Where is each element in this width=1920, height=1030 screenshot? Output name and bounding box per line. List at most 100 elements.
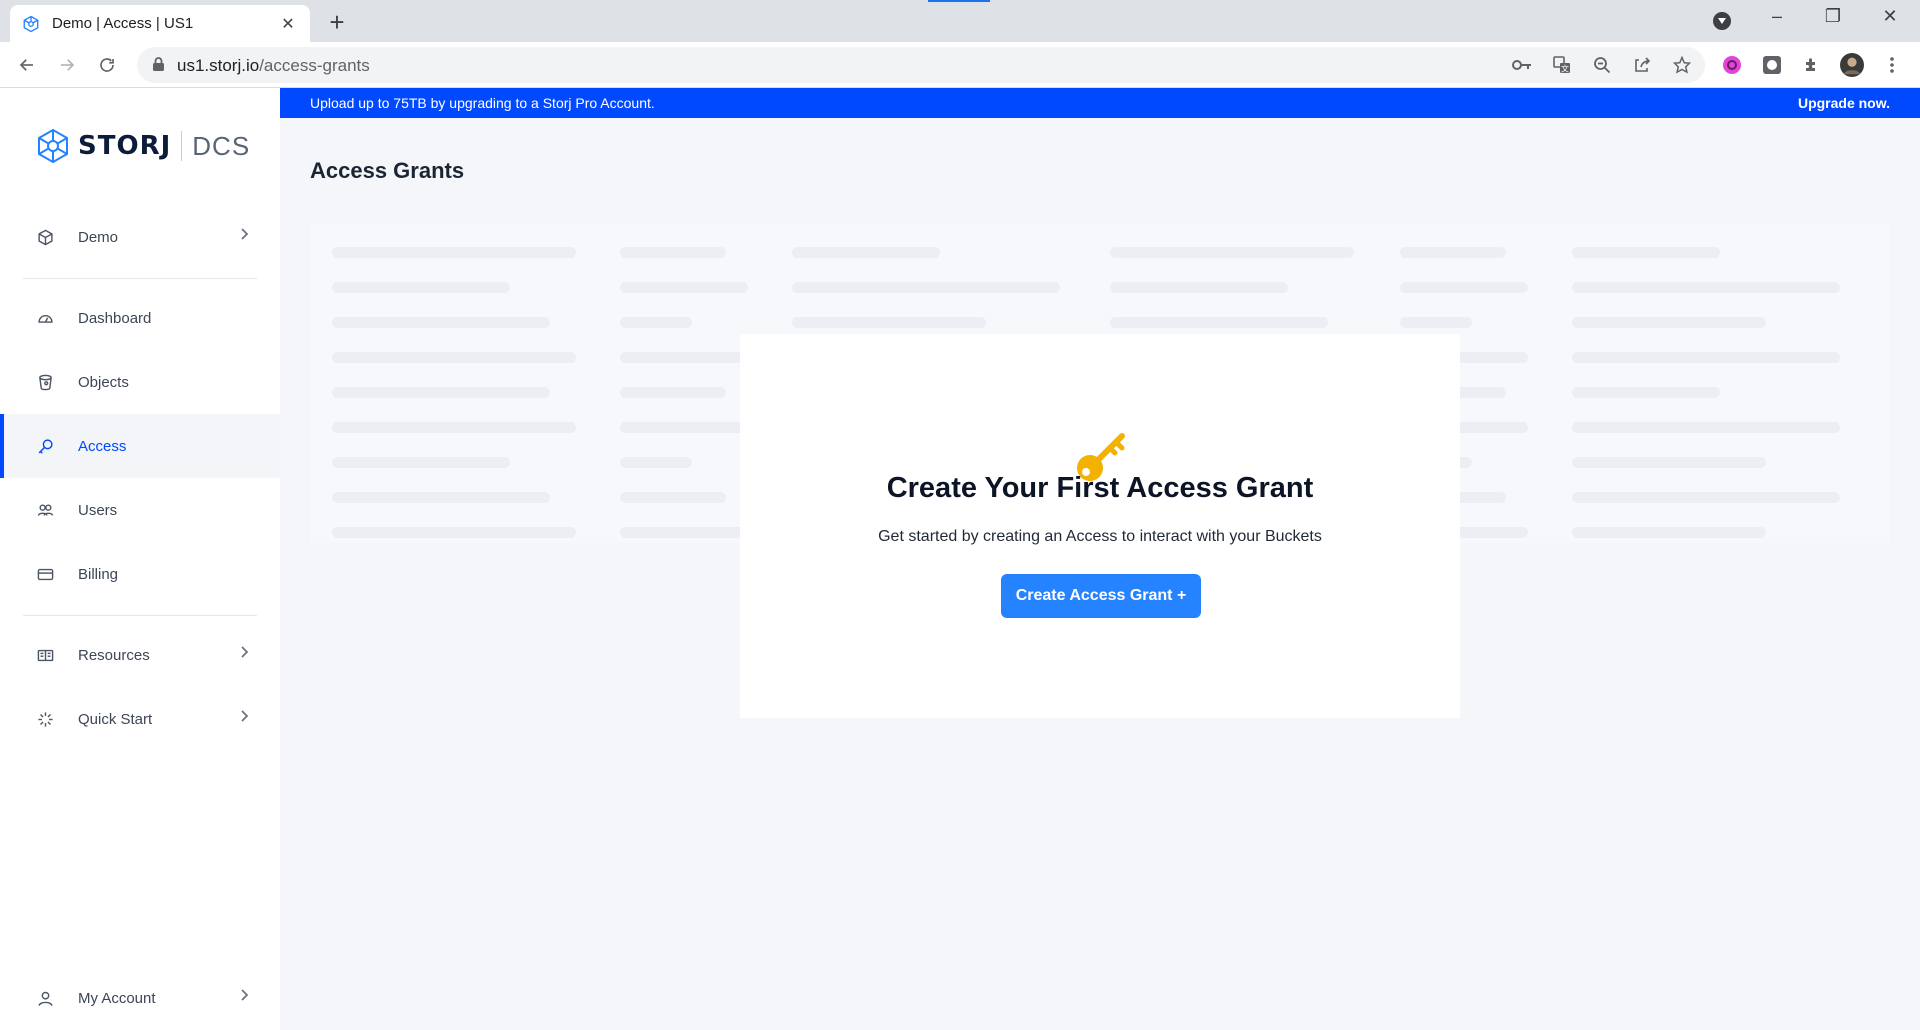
sidebar-item-label: Dashboard: [78, 309, 152, 327]
empty-state-subtitle: Get started by creating an Access to int…: [878, 528, 1322, 545]
url-host: us1.storj.io: [177, 56, 260, 75]
sidebar-item-objects[interactable]: Objects: [0, 350, 280, 414]
chevron-right-icon: [240, 645, 249, 663]
sparkle-icon: [36, 710, 54, 728]
password-key-icon[interactable]: [1510, 53, 1534, 77]
skeleton-bar: [1572, 527, 1766, 538]
key-icon: [36, 437, 54, 455]
url-text: us1.storj.io/access-grants: [177, 56, 370, 76]
skeleton-bar: [1110, 247, 1354, 258]
skeleton-bar: [1110, 282, 1288, 293]
sidebar-item-label: Quick Start: [78, 710, 153, 728]
sidebar-item-users[interactable]: Users: [0, 478, 280, 542]
sidebar-item-label: Resources: [78, 646, 150, 664]
sidebar-item-access[interactable]: Access: [0, 414, 280, 478]
skeleton-bar: [332, 387, 550, 398]
create-access-grant-button[interactable]: Create Access Grant +: [1001, 574, 1201, 618]
sidebar: STORJ DCS Demo Dashboard Objects Access: [0, 88, 280, 1030]
extension-square-icon[interactable]: [1760, 53, 1784, 77]
page-title: Access Grants: [310, 158, 465, 183]
restore-button[interactable]: ❐: [1810, 6, 1856, 27]
sidebar-item-label: Access: [78, 437, 127, 455]
skeleton-bar: [620, 282, 748, 293]
skeleton-bar: [620, 317, 692, 328]
skeleton-bar: [792, 317, 986, 328]
skeleton-bar: [620, 352, 748, 363]
sidebar-item-quick-start[interactable]: Quick Start: [0, 687, 280, 751]
skeleton-bar: [332, 282, 510, 293]
skeleton-bar: [620, 457, 692, 468]
empty-state-title: Create Your First Access Grant: [886, 472, 1314, 504]
tab-title: Demo | Access | US1: [52, 15, 194, 32]
browser-tab-bar: Demo | Access | US1 ✕ + – ❐ ✕: [0, 0, 1920, 42]
forward-arrow-icon[interactable]: [52, 50, 82, 80]
upgrade-now-link[interactable]: Upgrade now.: [1798, 95, 1890, 111]
sidebar-item-label: Users: [78, 501, 118, 519]
banner-text: Upload up to 75TB by upgrading to a Stor…: [310, 95, 655, 111]
skeleton-bar: [1400, 282, 1528, 293]
extension-pink-icon[interactable]: [1720, 53, 1744, 77]
svg-text:文: 文: [1561, 64, 1569, 74]
extensions-puzzle-icon[interactable]: [1800, 53, 1824, 77]
tab-close-icon[interactable]: ✕: [278, 14, 298, 34]
skeleton-bar: [1572, 422, 1840, 433]
tab-search-icon[interactable]: [1713, 12, 1731, 30]
skeleton-bar: [1572, 247, 1720, 258]
skeleton-bar: [332, 492, 550, 503]
skeleton-bar: [1572, 457, 1766, 468]
share-icon[interactable]: [1630, 53, 1654, 77]
skeleton-bar: [1400, 247, 1506, 258]
skeleton-bar: [1572, 282, 1840, 293]
reload-icon[interactable]: [92, 50, 122, 80]
browser-menu-icon[interactable]: [1880, 53, 1904, 77]
sidebar-item-resources[interactable]: Resources: [0, 623, 280, 687]
back-arrow-icon[interactable]: [12, 50, 42, 80]
skeleton-bar: [1110, 317, 1328, 328]
browser-toolbar: us1.storj.io/access-grants 文: [0, 42, 1920, 88]
skeleton-bar: [1572, 492, 1840, 503]
storj-logo-icon: [38, 128, 68, 164]
sidebar-item-my-account[interactable]: My Account: [0, 966, 280, 1030]
address-bar[interactable]: us1.storj.io/access-grants 文: [137, 47, 1705, 83]
storj-favicon-icon: [22, 15, 40, 33]
sidebar-item-dashboard[interactable]: Dashboard: [0, 286, 280, 350]
zoom-out-icon[interactable]: [1590, 53, 1614, 77]
skeleton-bar: [1572, 387, 1720, 398]
new-tab-button[interactable]: +: [322, 8, 352, 38]
skeleton-bar: [1572, 352, 1840, 363]
skeleton-bar: [620, 492, 726, 503]
book-icon: [36, 646, 54, 664]
sidebar-item-billing[interactable]: Billing: [0, 542, 280, 606]
translate-icon[interactable]: 文: [1550, 53, 1574, 77]
project-name: Demo: [78, 228, 119, 246]
skeleton-bar: [792, 247, 940, 258]
bookmark-star-icon[interactable]: [1670, 53, 1694, 77]
minimize-button[interactable]: –: [1754, 6, 1800, 27]
storj-logo[interactable]: STORJ DCS: [36, 128, 250, 164]
sidebar-item-label: Objects: [78, 373, 129, 391]
skeleton-bar: [620, 247, 726, 258]
gauge-icon: [36, 309, 54, 327]
skeleton-bar: [332, 317, 550, 328]
skeleton-bar: [332, 527, 576, 538]
browser-tab[interactable]: Demo | Access | US1 ✕: [10, 5, 310, 42]
chevron-right-icon: [240, 988, 249, 1006]
skeleton-bar: [792, 282, 1060, 293]
project-selector[interactable]: Demo: [0, 205, 280, 269]
sidebar-item-label: Billing: [78, 565, 119, 583]
profile-avatar-icon[interactable]: [1840, 53, 1864, 77]
close-window-button[interactable]: ✕: [1867, 6, 1913, 27]
tab-strip-accent: [928, 0, 990, 2]
skeleton-bar: [620, 527, 748, 538]
chevron-right-icon: [240, 709, 249, 727]
sidebar-item-label: My Account: [78, 989, 156, 1007]
logo-separator: [181, 131, 183, 161]
sidebar-divider: [23, 615, 257, 616]
main-content: Upload up to 75TB by upgrading to a Stor…: [280, 88, 1920, 1030]
skeleton-bar: [1572, 317, 1766, 328]
empty-state-card: Create Your First Access Grant Get start…: [740, 334, 1460, 718]
lock-icon[interactable]: [152, 57, 165, 77]
skeleton-bar: [620, 422, 748, 433]
skeleton-bar: [332, 422, 576, 433]
skeleton-bar: [620, 387, 726, 398]
